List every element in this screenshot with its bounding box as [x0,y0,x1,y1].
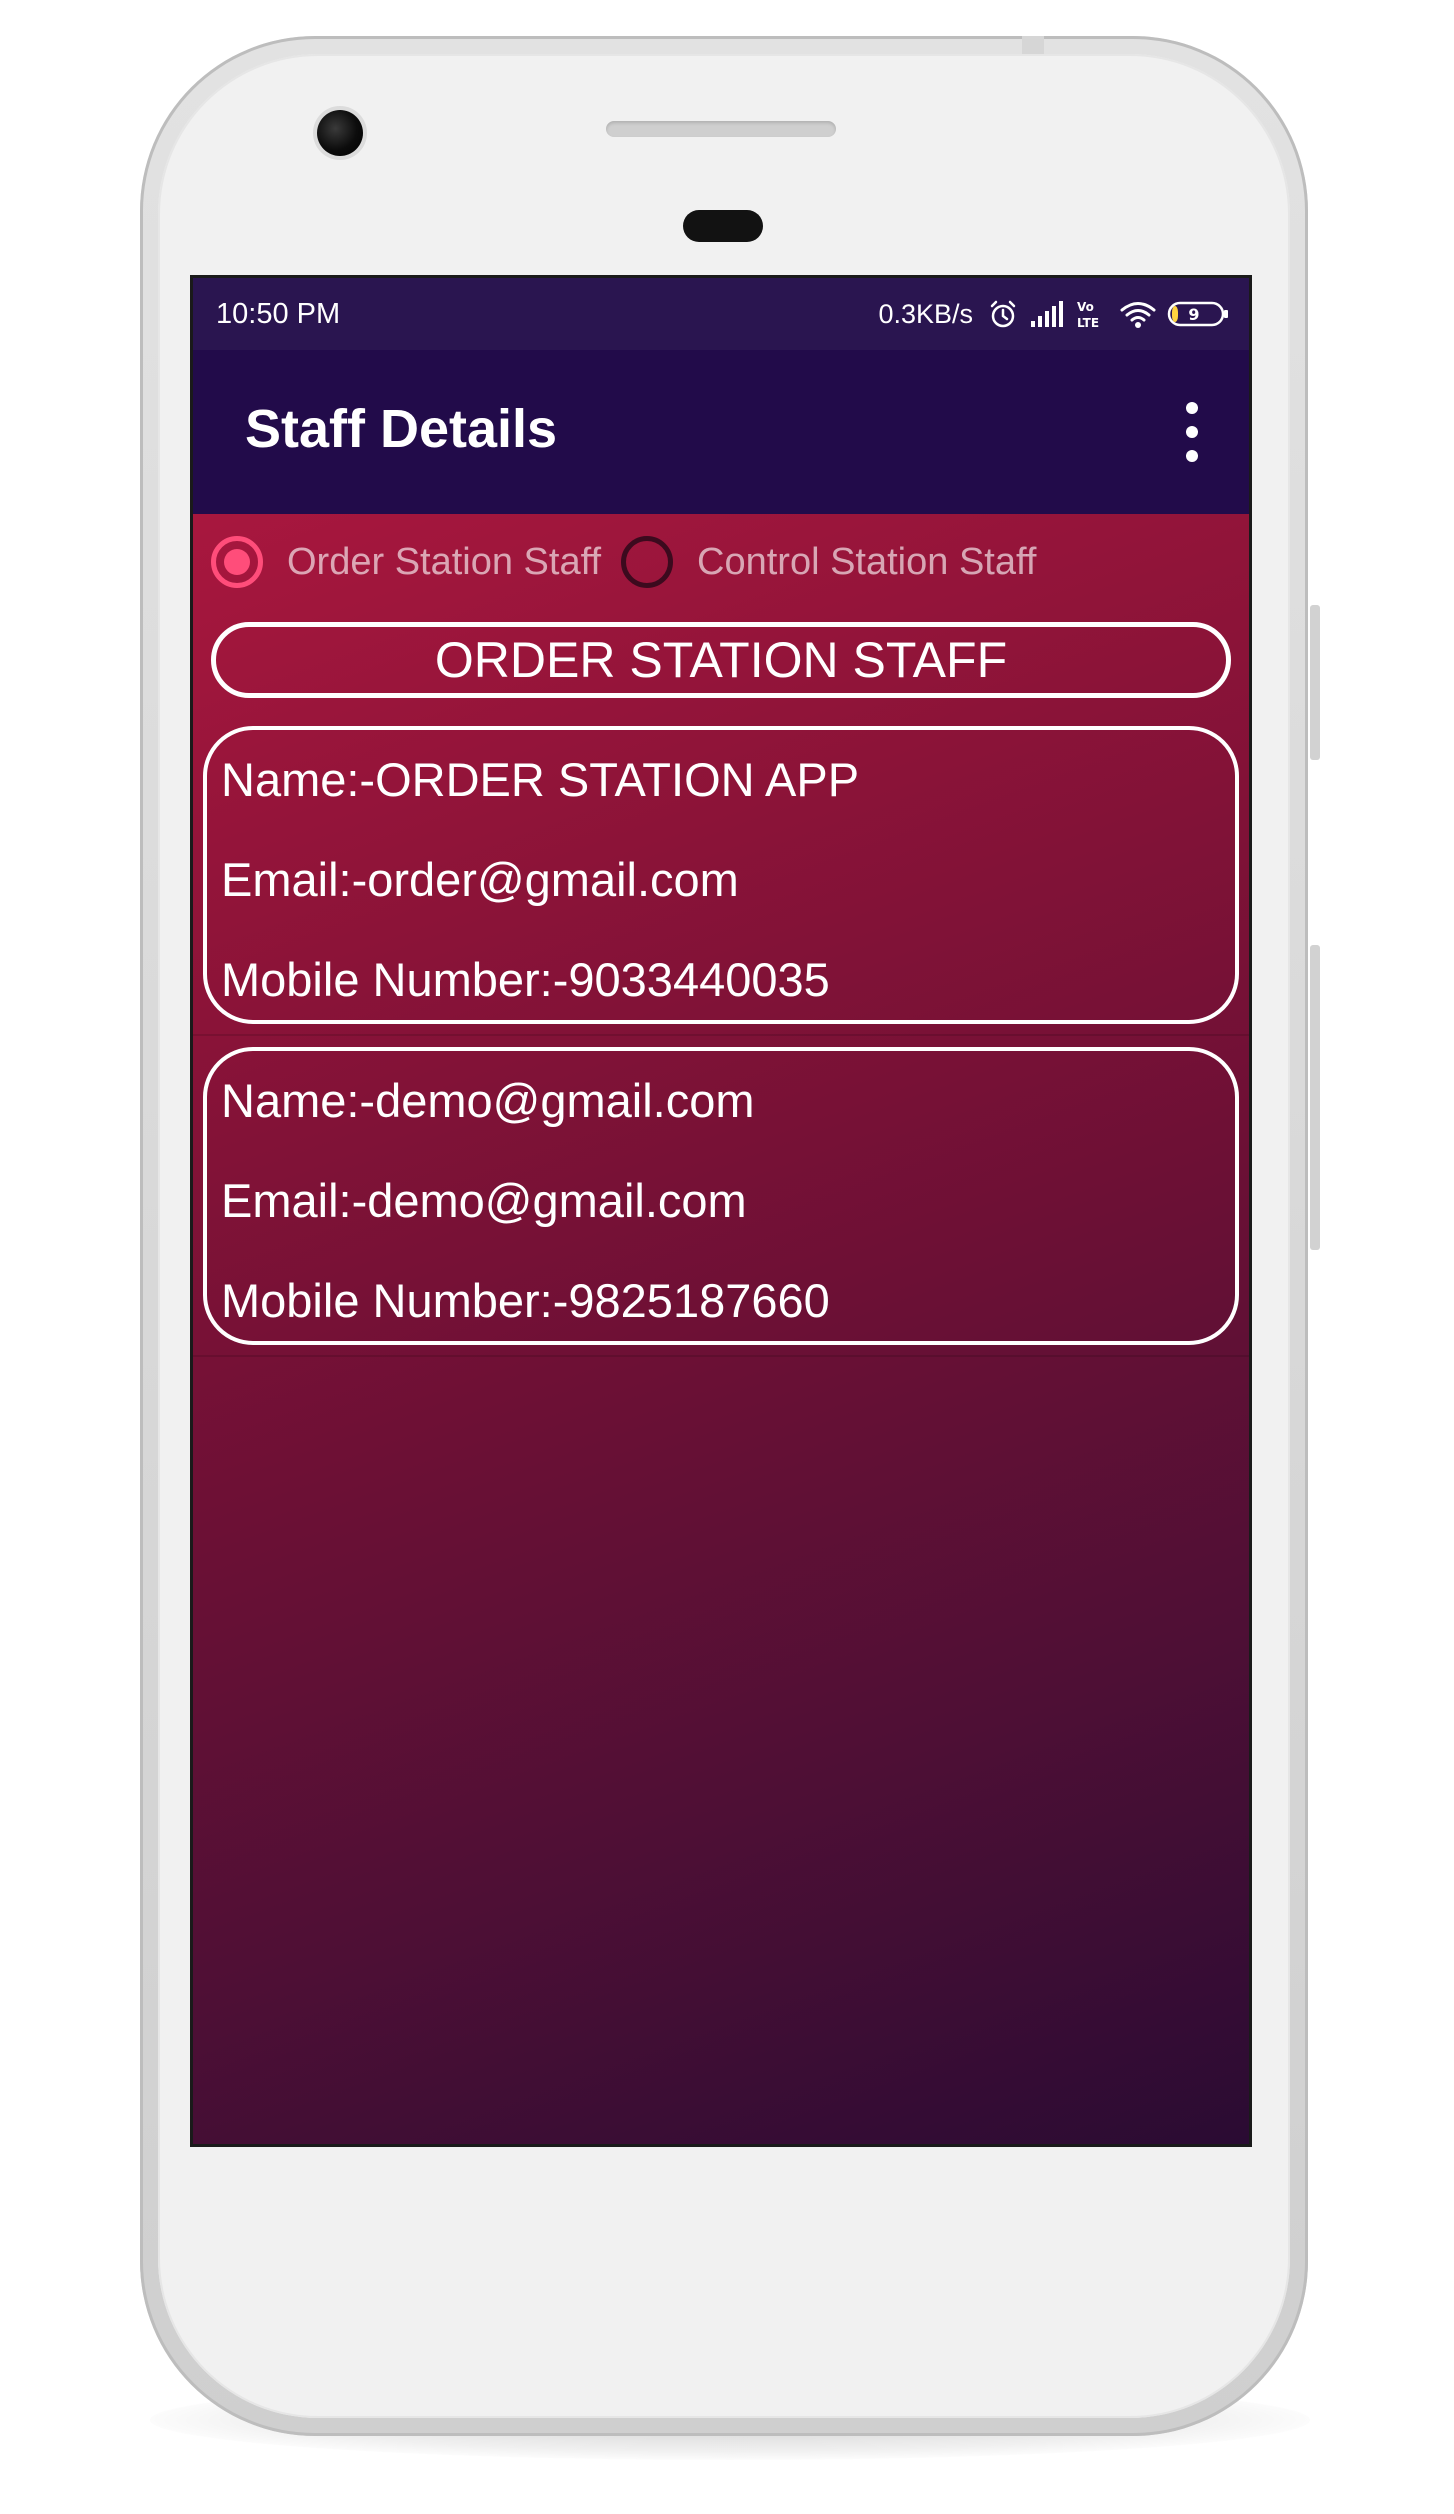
menu-dot [1186,402,1198,414]
volte-lte-icon: Vo LTE [1075,297,1109,331]
earpiece-speaker [606,121,836,137]
staff-name: Name:-ORDER STATION APP [221,753,860,806]
list-divider [193,1355,1249,1357]
battery-level-text: 9 [1188,305,1199,324]
svg-text:Vo: Vo [1077,300,1094,314]
staff-mobile: Mobile Number:-9825187660 [221,1274,830,1327]
staff-type-radio-group: Order Station Staff Control Station Staf… [211,532,1036,592]
phone-volume-button [1310,945,1320,1250]
staff-email: Email:-demo@gmail.com [221,1174,747,1227]
menu-dot [1186,450,1198,462]
svg-text:LTE: LTE [1077,316,1099,330]
staff-content: Order Station Staff Control Station Staf… [193,514,1249,2144]
status-bar: 10:50 PM 0.3KB/s Vo LTE 9 [193,278,1249,350]
radio-button-selected[interactable] [211,536,263,588]
staff-card[interactable]: Name:-ORDER STATION APP Email:-order@gma… [203,726,1239,1024]
phone-top-button [1022,36,1044,54]
overflow-menu-icon[interactable] [1177,402,1207,462]
list-divider [193,1034,1249,1036]
page-title: Staff Details [245,399,558,459]
network-speed: 0.3KB/s [878,298,973,329]
staff-email: Email:-order@gmail.com [221,853,739,906]
phone-power-button [1310,605,1320,760]
radio-control-station-staff[interactable]: Control Station Staff [621,536,1036,588]
section-header: ORDER STATION STAFF [211,622,1231,698]
staff-mobile: Mobile Number:-9033440035 [221,953,830,1006]
phone-screen: 10:50 PM 0.3KB/s Vo LTE 9 Staff Details … [193,278,1249,2144]
status-time: 10:50 PM [216,298,341,330]
radio-order-station-staff[interactable]: Order Station Staff [211,536,601,588]
battery-icon: 9 [1167,299,1231,329]
front-camera [317,110,363,156]
wifi-icon [1119,299,1157,329]
proximity-sensor [683,210,763,242]
status-icons: 0.3KB/s Vo LTE 9 [878,292,1231,336]
alarm-icon [987,298,1019,330]
radio-label: Control Station Staff [697,540,1037,583]
menu-dot [1186,426,1198,438]
radio-button-unselected[interactable] [621,536,674,588]
staff-card[interactable]: Name:-demo@gmail.com Email:-demo@gmail.c… [203,1047,1239,1345]
signal-icon [1029,299,1065,329]
radio-label: Order Station Staff [287,540,602,583]
staff-name: Name:-demo@gmail.com [221,1074,755,1127]
app-bar: Staff Details [193,350,1249,514]
